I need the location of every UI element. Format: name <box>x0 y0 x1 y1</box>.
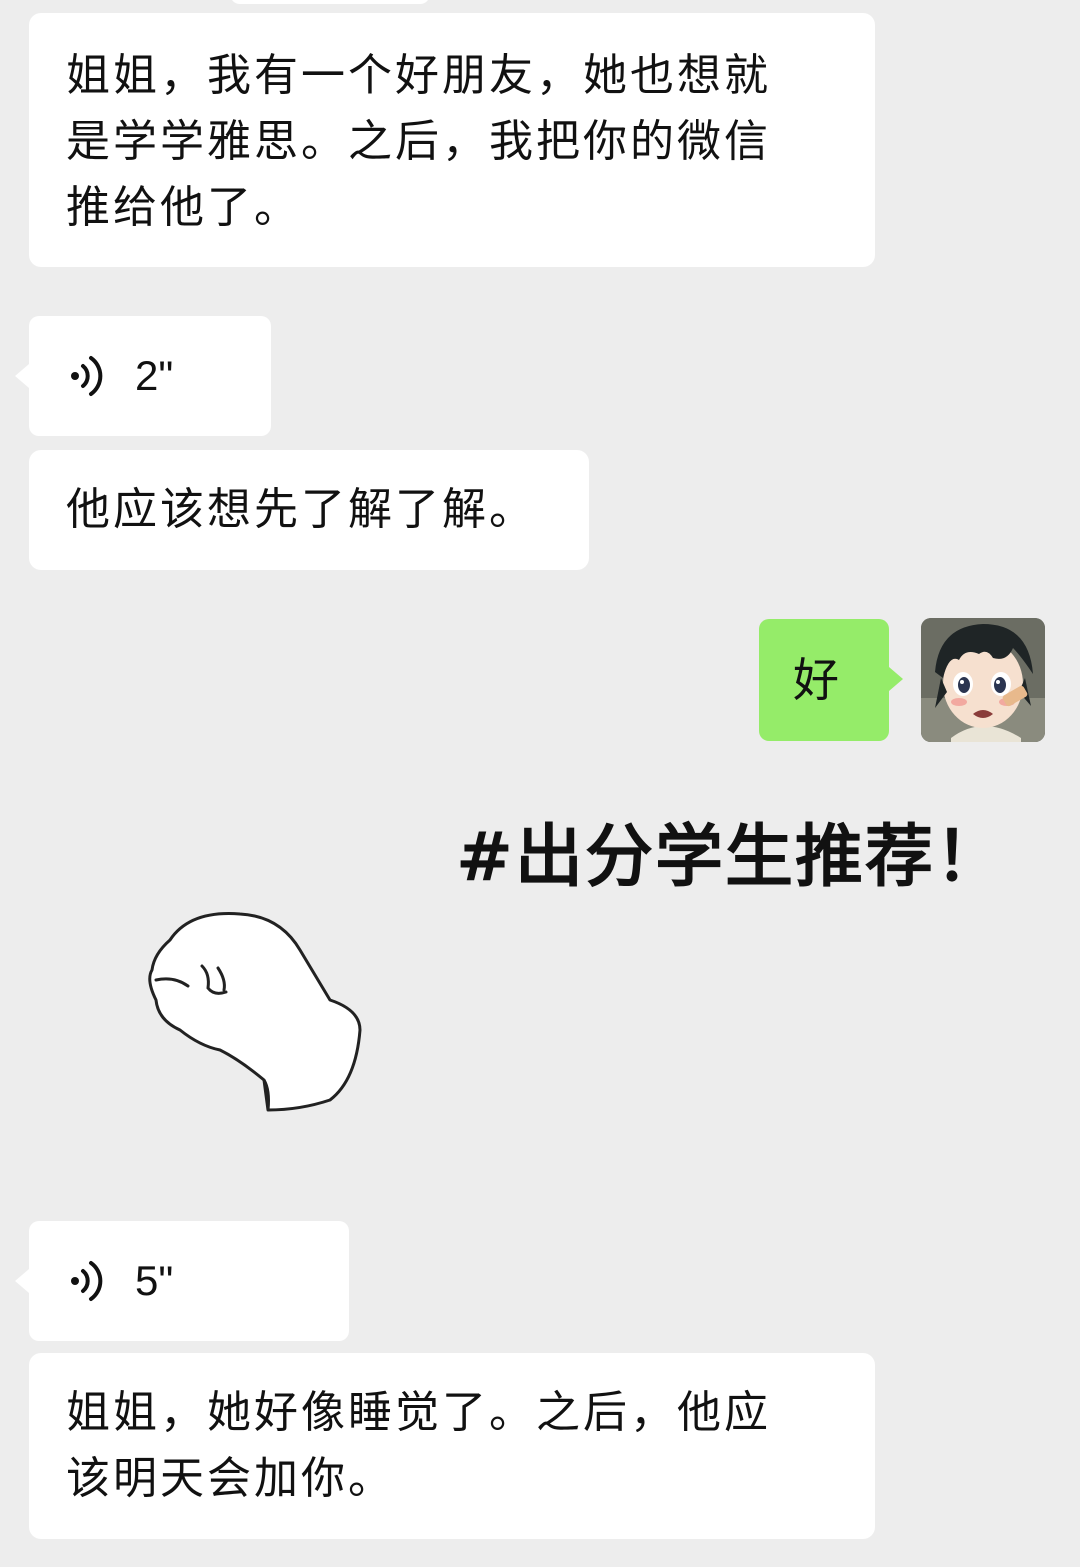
message-text: 他应该想先了解了解。 <box>66 484 536 535</box>
voice-duration: 2" <box>135 352 174 399</box>
anime-boy-avatar-icon <box>921 618 1045 742</box>
message-text: 姐姐，她好像睡觉了。之后，他应 该明天会加你。 <box>66 1387 771 1504</box>
incoming-message-bubble[interactable]: 姐姐，她好像睡觉了。之后，他应 该明天会加你。 <box>29 1353 875 1539</box>
incoming-message-bubble[interactable]: 他应该想先了解了解。 <box>29 450 589 570</box>
incoming-voice-message[interactable]: 2" <box>15 316 271 436</box>
message-text: 姐姐，我有一个好朋友，她也想就 是学学雅思。之后，我把你的微信 推给他了。 <box>66 50 771 233</box>
hashtag-overlay: #出分学生推荐！ <box>456 818 1005 897</box>
voice-wave-icon <box>71 356 103 396</box>
message-text: 好 <box>793 653 839 707</box>
incoming-voice-message[interactable]: 5" <box>15 1221 349 1341</box>
previous-message-bubble-edge <box>230 0 430 4</box>
fist-sticker-icon <box>148 912 362 1112</box>
voice-duration: 5" <box>135 1257 174 1304</box>
outgoing-message-bubble[interactable]: 好 <box>759 619 903 741</box>
incoming-message-bubble[interactable]: 姐姐，我有一个好朋友，她也想就 是学学雅思。之后，我把你的微信 推给他了。 <box>29 13 875 267</box>
voice-wave-icon <box>71 1261 103 1301</box>
user-avatar[interactable] <box>921 618 1045 742</box>
